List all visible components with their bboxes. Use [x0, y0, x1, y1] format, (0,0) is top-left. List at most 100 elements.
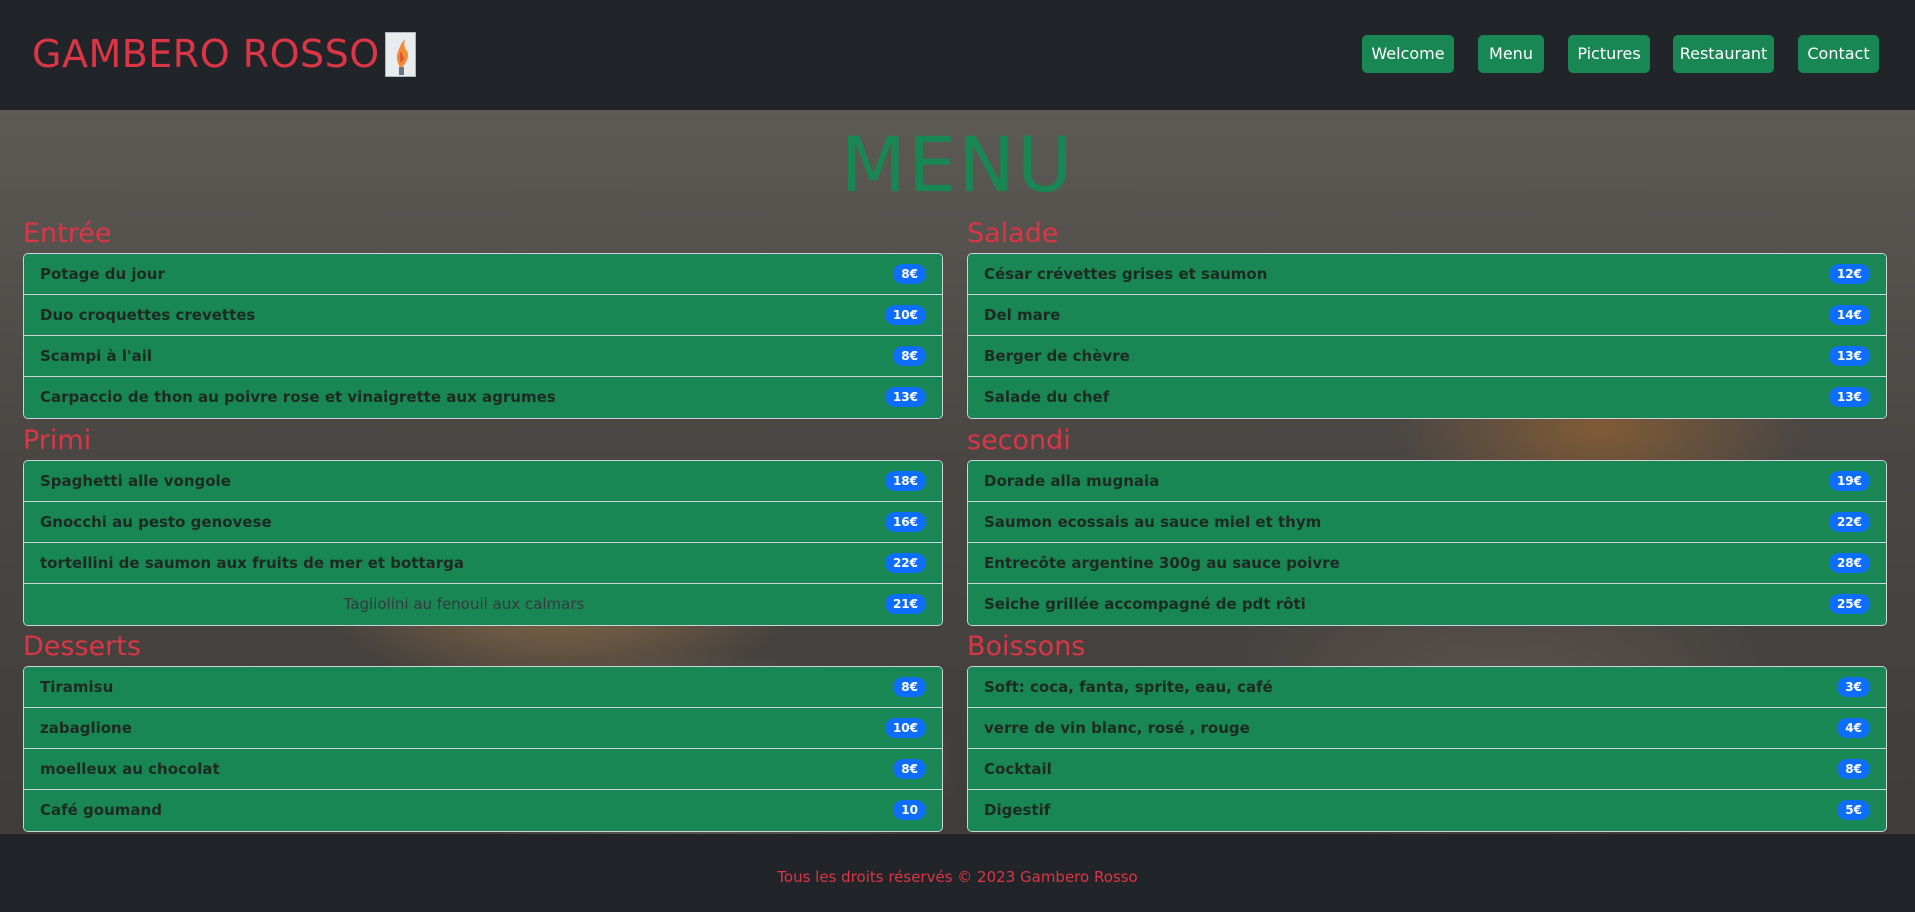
item-name: tortellini de saumon aux fruits de mer e…: [40, 554, 465, 572]
nav-menu-button[interactable]: Menu: [1478, 35, 1544, 73]
list-item[interactable]: Saumon ecossais au sauce miel et thym 22€: [968, 502, 1886, 543]
item-name: Cocktail: [984, 760, 1052, 778]
list-item[interactable]: César crévettes grises et saumon 12€: [968, 254, 1886, 295]
nav-contact-button[interactable]: Contact: [1798, 35, 1879, 73]
menu-list: Dorade alla mugnaia 19€ Saumon ecossais a…: [967, 460, 1887, 626]
item-name: moelleux au chocolat: [40, 760, 220, 778]
price-badge: 3€: [1837, 677, 1870, 697]
item-name: Digestif: [984, 801, 1051, 819]
item-name: Gnocchi au pesto genovese: [40, 513, 272, 531]
price-badge: 10€: [884, 718, 926, 738]
list-item[interactable]: Café goumand 10: [24, 790, 942, 831]
item-name: Tagliolini au fenouil aux calmars: [343, 595, 585, 613]
price-badge: 13€: [1828, 387, 1870, 407]
brand-logo-icon: [385, 32, 416, 77]
menu-hero: MENU Entrée Potage du jour 8€ Duo croquet…: [0, 110, 1915, 834]
price-badge: 12€: [1828, 264, 1870, 284]
section-desserts: Desserts Tiramisu 8€ zabaglione 10€ moelle…: [23, 630, 943, 832]
item-name: César crévettes grises et saumon: [984, 265, 1268, 283]
item-name: verre de vin blanc, rosé , rouge: [984, 719, 1250, 737]
price-badge: 18€: [884, 471, 926, 491]
section-title: Salade: [967, 218, 1059, 249]
item-name: Café goumand: [40, 801, 162, 819]
price-badge: 10: [893, 800, 926, 820]
item-name: Potage du jour: [40, 265, 165, 283]
price-badge: 10€: [884, 305, 926, 325]
list-item[interactable]: Berger de chèvre 13€: [968, 336, 1886, 377]
price-badge: 22€: [884, 553, 926, 573]
item-name: Seiche grillée accompagné de pdt rôti: [984, 595, 1306, 613]
price-badge: 25€: [1828, 594, 1870, 614]
item-name: Soft: coca, fanta, sprite, eau, café: [984, 678, 1273, 696]
list-item[interactable]: verre de vin blanc, rosé , rouge 4€: [968, 708, 1886, 749]
brand-name[interactable]: GAMBERO ROSSO: [32, 32, 380, 76]
list-item[interactable]: tortellini de saumon aux fruits de mer e…: [24, 543, 942, 584]
price-badge: 16€: [884, 512, 926, 532]
item-name: Carpaccio de thon au poivre rose et vina…: [40, 388, 556, 406]
item-name: Spaghetti alle vongole: [40, 472, 231, 490]
footer-copyright: Tous les droits réservés © 2023 Gambero …: [777, 868, 1138, 886]
price-badge: 8€: [893, 759, 926, 779]
list-item[interactable]: Duo croquettes crevettes 10€: [24, 295, 942, 336]
item-name: Salade du chef: [984, 388, 1110, 406]
menu-list: Potage du jour 8€ Duo croquettes crevette…: [23, 253, 943, 419]
menu-list: Spaghetti alle vongole 18€ Gnocchi au pes…: [23, 460, 943, 626]
list-item[interactable]: moelleux au chocolat 8€: [24, 749, 942, 790]
price-badge: 8€: [893, 264, 926, 284]
price-badge: 13€: [884, 387, 926, 407]
price-badge: 28€: [1828, 553, 1870, 573]
section-title: Primi: [23, 425, 92, 456]
list-item[interactable]: Seiche grillée accompagné de pdt rôti 25€: [968, 584, 1886, 625]
list-item[interactable]: Dorade alla mugnaia 19€: [968, 461, 1886, 502]
list-item[interactable]: Spaghetti alle vongole 18€: [24, 461, 942, 502]
item-name: Duo croquettes crevettes: [40, 306, 256, 324]
list-item[interactable]: Digestif 5€: [968, 790, 1886, 831]
section-title: secondi: [967, 425, 1071, 456]
menu-list: Tiramisu 8€ zabaglione 10€ moelleux au cho…: [23, 666, 943, 832]
list-item[interactable]: Entrecôte argentine 300g au sauce poivre…: [968, 543, 1886, 584]
item-name: zabaglione: [40, 719, 132, 737]
section-boissons: Boissons Soft: coca, fanta, sprite, eau,…: [967, 630, 1887, 832]
nav-welcome-button[interactable]: Welcome: [1362, 35, 1454, 73]
list-item[interactable]: Tiramisu 8€: [24, 667, 942, 708]
price-badge: 19€: [1828, 471, 1870, 491]
item-name: Scampi à l'ail: [40, 347, 153, 365]
nav-pictures-button[interactable]: Pictures: [1568, 35, 1650, 73]
list-item[interactable]: Potage du jour 8€: [24, 254, 942, 295]
price-badge: 8€: [893, 346, 926, 366]
navbar: GAMBERO ROSSO Welcome Menu Pictures Rest…: [0, 0, 1915, 110]
list-item[interactable]: Soft: coca, fanta, sprite, eau, café 3€: [968, 667, 1886, 708]
section-salade: Salade César crévettes grises et saumon 1…: [967, 217, 1887, 419]
list-item[interactable]: Del mare 14€: [968, 295, 1886, 336]
menu-list: Soft: coca, fanta, sprite, eau, café 3€ v…: [967, 666, 1887, 832]
item-name: Saumon ecossais au sauce miel et thym: [984, 513, 1322, 531]
section-title: Boissons: [967, 631, 1086, 662]
list-item[interactable]: zabaglione 10€: [24, 708, 942, 749]
list-item[interactable]: Cocktail 8€: [968, 749, 1886, 790]
page-title: MENU: [840, 120, 1075, 209]
section-title: Entrée: [23, 218, 112, 249]
price-badge: 8€: [1837, 759, 1870, 779]
list-item[interactable]: Salade du chef 13€: [968, 377, 1886, 418]
item-name: Entrecôte argentine 300g au sauce poivre: [984, 554, 1340, 572]
list-item[interactable]: Tagliolini au fenouil aux calmars 21€: [24, 584, 942, 625]
item-name: Tiramisu: [40, 678, 114, 696]
price-badge: 8€: [893, 677, 926, 697]
section-secondi: secondi Dorade alla mugnaia 19€ Saumon ec…: [967, 424, 1887, 626]
price-badge: 21€: [884, 594, 926, 614]
section-entree: Entrée Potage du jour 8€ Duo croquettes c…: [23, 217, 943, 419]
section-title: Desserts: [23, 631, 141, 662]
price-badge: 22€: [1828, 512, 1870, 532]
list-item[interactable]: Gnocchi au pesto genovese 16€: [24, 502, 942, 543]
price-badge: 5€: [1837, 800, 1870, 820]
price-badge: 14€: [1828, 305, 1870, 325]
item-name: Del mare: [984, 306, 1061, 324]
section-primi: Primi Spaghetti alle vongole 18€ Gnocchi …: [23, 424, 943, 626]
item-name: Berger de chèvre: [984, 347, 1130, 365]
price-badge: 4€: [1837, 718, 1870, 738]
item-name: Dorade alla mugnaia: [984, 472, 1160, 490]
list-item[interactable]: Carpaccio de thon au poivre rose et vina…: [24, 377, 942, 418]
list-item[interactable]: Scampi à l'ail 8€: [24, 336, 942, 377]
menu-list: César crévettes grises et saumon 12€ Del …: [967, 253, 1887, 419]
nav-restaurant-button[interactable]: Restaurant: [1673, 35, 1774, 73]
